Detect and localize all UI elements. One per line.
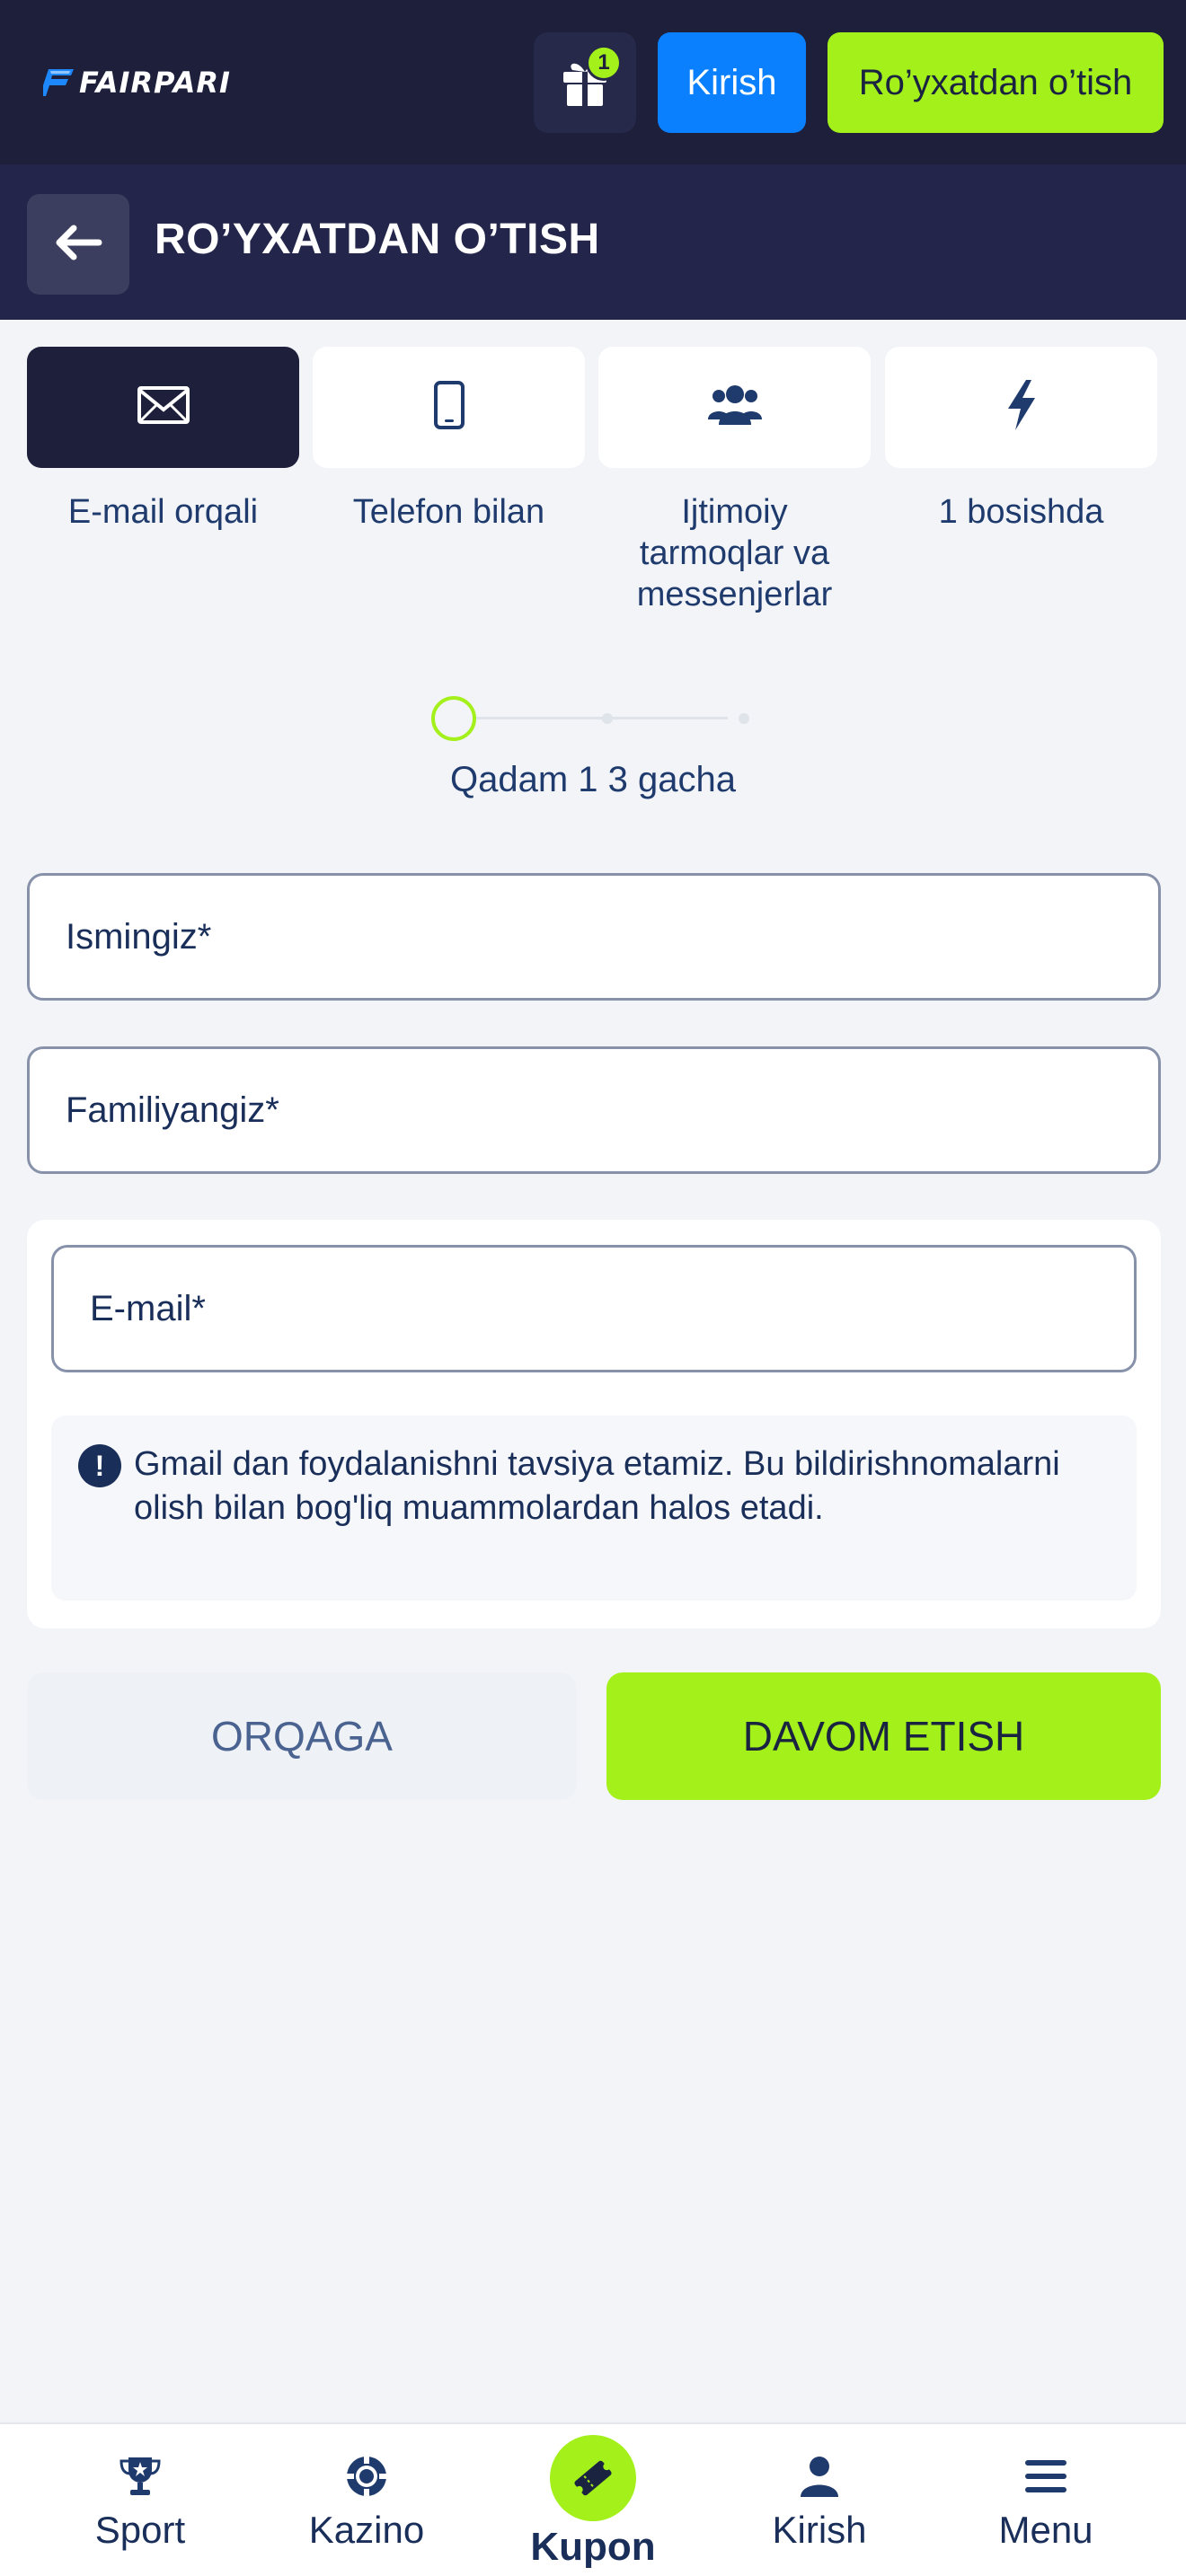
first-name-field[interactable] (27, 873, 1161, 1001)
email-field[interactable] (51, 1245, 1137, 1372)
tab-email[interactable]: E-mail orqali (27, 347, 299, 533)
step-line (467, 717, 728, 719)
users-icon (706, 384, 764, 431)
registration-method-tabs: E-mail orqali Telefon bilan Ijtimoiy tar… (27, 347, 1161, 634)
nav-menu[interactable]: Menu (956, 2424, 1136, 2576)
page-header: RO’YXATDAN O’TISH (0, 164, 1186, 320)
tab-social[interactable]: Ijtimoiy tarmoqlar va messenjerlar (598, 347, 871, 615)
nav-kirish[interactable]: Kirish (730, 2424, 909, 2576)
gmail-hint-text: Gmail dan foydalanishni tavsiya etamiz. … (134, 1445, 1060, 1527)
tab-phone[interactable]: Telefon bilan (313, 347, 585, 533)
last-name-input[interactable] (66, 1090, 1158, 1131)
continue-button[interactable]: DAVOM ETISH (606, 1672, 1161, 1800)
user-icon (794, 2451, 845, 2501)
register-button[interactable]: Ro’yxatdan o’tish (828, 32, 1164, 133)
tab-social-label: Ijtimoiy tarmoqlar va messenjerlar (636, 493, 833, 613)
step-1-current (431, 696, 476, 741)
orqaga-button[interactable]: ORQAGA (27, 1672, 577, 1800)
page-title: RO’YXATDAN O’TISH (155, 216, 600, 263)
back-button[interactable] (27, 194, 129, 295)
lightning-icon (1005, 380, 1039, 435)
coupon-icon (550, 2435, 636, 2521)
top-header: FAIRPARI 1 Kirish Ro’yxatdan o’tish (0, 0, 1186, 164)
phone-icon (433, 380, 465, 435)
tab-one-click[interactable]: 1 bosishda (885, 347, 1157, 533)
step-3-dot (739, 713, 749, 724)
gift-count-badge: 1 (586, 45, 622, 81)
bottom-nav: Sport Kazino Kupon Kirish Menu (0, 2422, 1186, 2576)
last-name-field[interactable] (27, 1046, 1161, 1174)
trophy-icon (115, 2451, 165, 2501)
tab-one-click-label: 1 bosishda (938, 493, 1104, 531)
first-name-input[interactable] (66, 916, 1158, 957)
email-input[interactable] (90, 1288, 1134, 1329)
gift-button[interactable]: 1 (534, 32, 636, 133)
arrow-left-icon (54, 225, 102, 265)
step-text: Qadam 1 3 gacha (450, 760, 736, 799)
nav-kupon[interactable]: Kupon (503, 2424, 683, 2576)
nav-kupon-label: Kupon (530, 2525, 656, 2569)
exclamation-icon: ! (78, 1444, 121, 1487)
tab-email-label: E-mail orqali (67, 493, 259, 531)
nav-kazino[interactable]: Kazino (277, 2424, 456, 2576)
nav-sport-label: Sport (94, 2509, 186, 2551)
casino-chip-icon (341, 2451, 392, 2501)
step-indicator (431, 693, 755, 744)
tab-phone-label: Telefon bilan (352, 493, 545, 531)
email-card: ! Gmail dan foydalanishni tavsiya etamiz… (27, 1220, 1161, 1628)
fairpari-logo[interactable]: FAIRPARI (40, 66, 231, 100)
nav-menu-label: Menu (998, 2509, 1093, 2551)
envelope-icon (137, 386, 190, 428)
nav-sport[interactable]: Sport (50, 2424, 230, 2576)
nav-kazino-label: Kazino (308, 2509, 425, 2551)
login-button[interactable]: Kirish (658, 32, 806, 133)
logo-text: FAIRPARI (79, 66, 231, 100)
step-2-dot (602, 713, 613, 724)
gmail-hint: ! Gmail dan foydalanishni tavsiya etamiz… (51, 1416, 1137, 1601)
logo-mark-icon (40, 69, 74, 96)
menu-icon (1021, 2451, 1071, 2501)
nav-kirish-label: Kirish (772, 2509, 867, 2551)
